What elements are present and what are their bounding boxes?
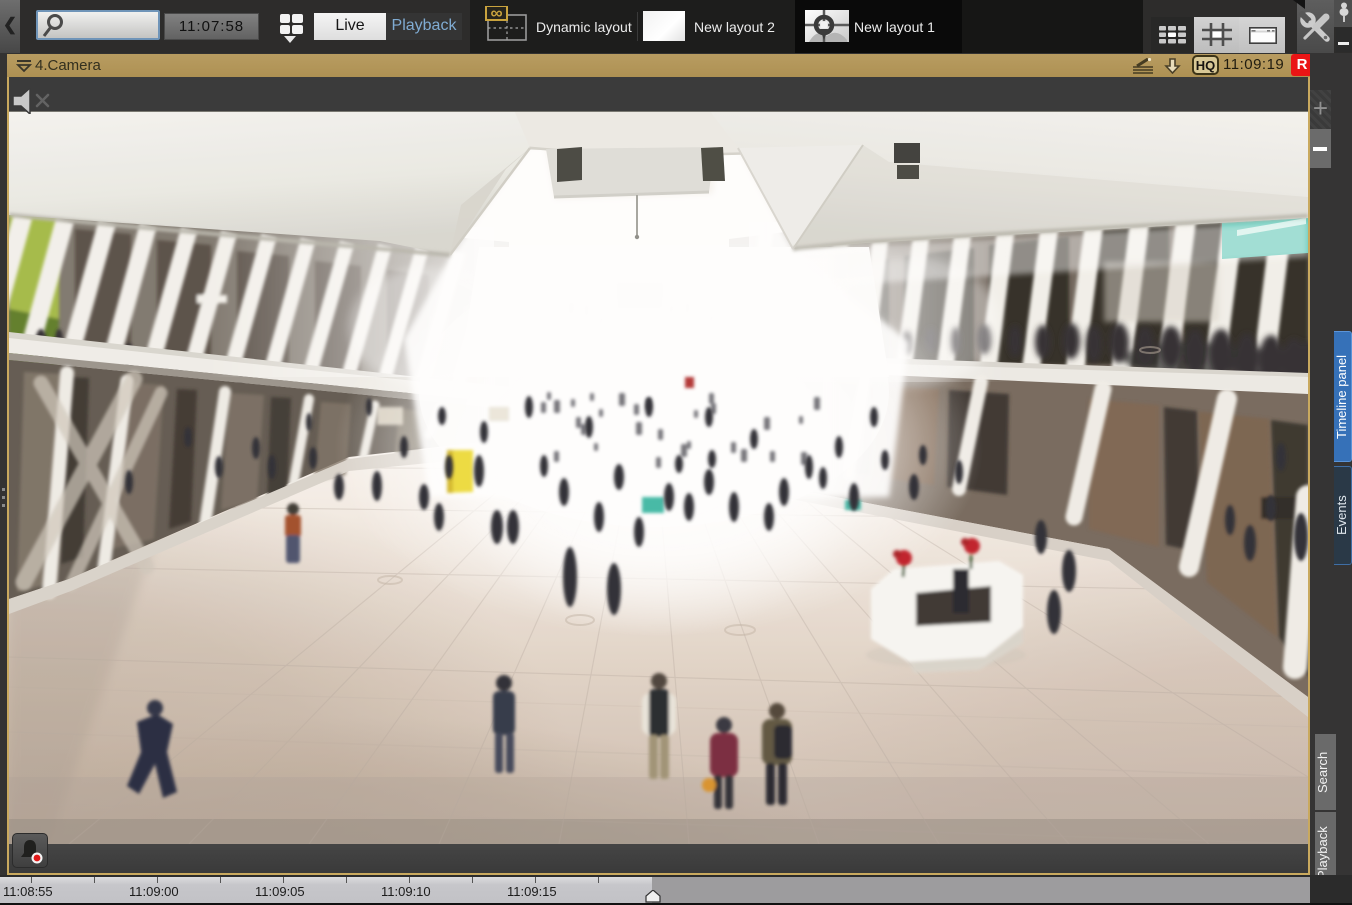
svg-text:∞: ∞ — [490, 6, 502, 23]
